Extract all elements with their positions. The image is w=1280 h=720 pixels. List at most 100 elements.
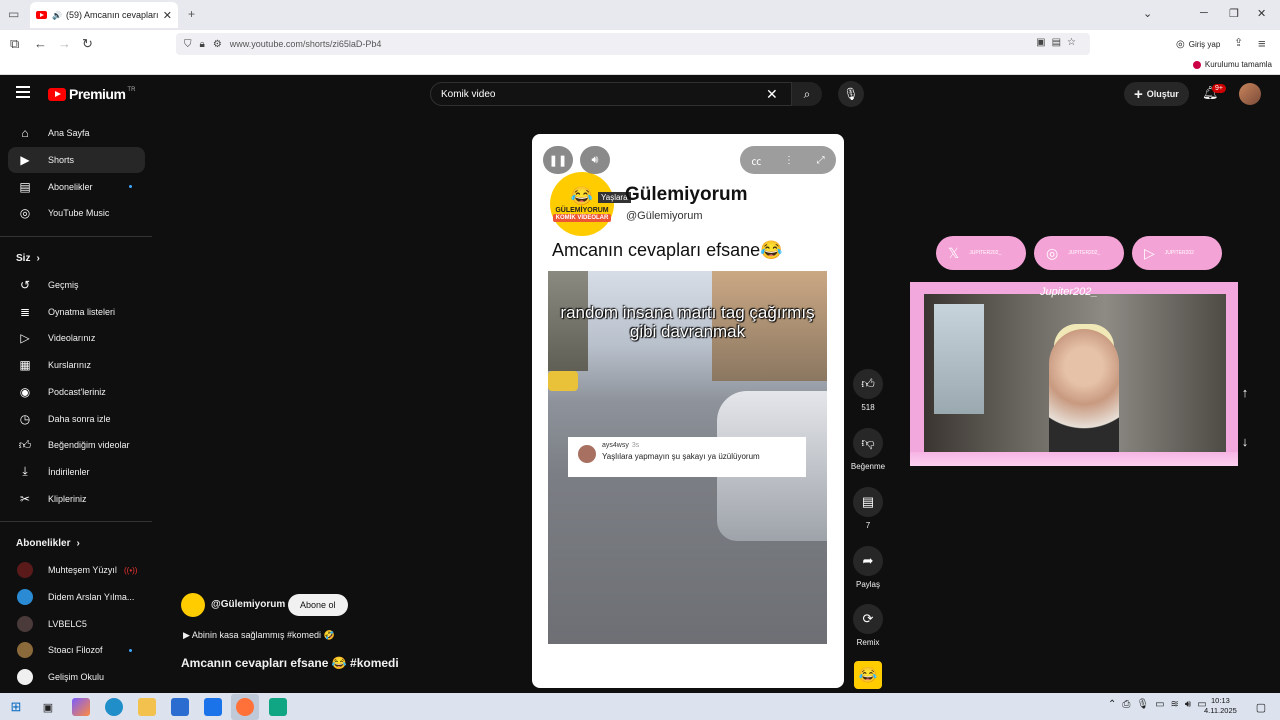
restore-icon[interactable]: ❐ <box>1229 7 1239 20</box>
next-short-button[interactable]: ↓ <box>1233 429 1257 453</box>
new-content-dot <box>129 185 132 189</box>
channel-thumbnail[interactable]: 😂 <box>854 661 882 689</box>
arrow-down-icon: ↓ <box>1241 433 1249 449</box>
sidebar-item-clips[interactable]: ✂ Klipleriniz <box>0 485 155 512</box>
lock-icon[interactable]: 🔒︎ <box>200 39 205 50</box>
sidebar-item-label: Videolarınız <box>48 333 96 344</box>
social-handle: JUPITER202_ <box>969 250 1002 256</box>
firefox-icon[interactable] <box>236 698 254 716</box>
share-button[interactable]: ➦ Paylaş <box>843 546 893 589</box>
speaker-icon[interactable]: 🔊 <box>52 11 62 20</box>
search-button[interactable]: ⌕ <box>792 82 822 106</box>
file-explorer-icon[interactable] <box>138 698 156 716</box>
sidebar-item-downloads[interactable]: ⤓ İndirilenler <box>0 459 155 486</box>
your-videos-icon: ▷ <box>20 331 30 346</box>
youtube-premium-logo[interactable]: Premium TR <box>48 86 135 102</box>
sidebar-item-label: Podcast'leriniz <box>48 386 106 397</box>
volume-button[interactable]: 🔊︎ <box>580 146 610 174</box>
channel-avatar[interactable] <box>181 593 205 617</box>
arrow-up-icon: ↑ <box>1241 384 1249 400</box>
sidebar-item-courses[interactable]: ▦ Kurslarınız <box>0 352 155 379</box>
tab-list-icon[interactable]: ⌄ <box>1143 7 1152 20</box>
sidebar-item-subscriptions[interactable]: ▤ Abonelikler <box>0 173 155 200</box>
search-input[interactable]: Komik video <box>430 82 792 106</box>
shorts-player[interactable]: random insana martı tag çağırmış gibi da… <box>532 134 844 688</box>
video-frame[interactable]: random insana martı tag çağırmış gibi da… <box>548 271 827 644</box>
menu-icon[interactable]: ≡ <box>1258 36 1266 51</box>
comment-count: 7 <box>865 521 871 530</box>
channel-logo: 😂 GÜLEMİYORUM KOMİK VİDEOLAR <box>550 172 614 236</box>
streamer <box>1049 329 1119 454</box>
video-description[interactable]: ▶ Abinin kasa sağlammış #komedi 🤣 <box>183 630 335 641</box>
app-icon[interactable] <box>269 698 287 716</box>
url-actions[interactable]: ▣▤☆ <box>1036 37 1082 48</box>
store-icon[interactable] <box>171 698 189 716</box>
url-bar[interactable]: ⛉ 🔒︎ ⚙ www.youtube.com/shorts/zi65laD-Pb… <box>176 33 1090 55</box>
remix-button[interactable]: ⟳ Remix <box>843 604 893 647</box>
sidebar-sub-item[interactable]: Stoacı Filozof <box>0 637 155 664</box>
system-tray[interactable]: ⌃⎙🎙︎▭≋🔊︎▭ <box>1108 699 1213 710</box>
pause-icon: ❚❚ <box>548 154 568 167</box>
sidebar-item-your-videos[interactable]: ▷ Videolarınız <box>0 325 155 352</box>
social-badge-x: 𝕏 JUPITER202_ <box>936 236 1026 270</box>
fullscreen-icon[interactable]: ⤢ <box>817 155 825 166</box>
sidebar-item-home[interactable]: ⌂ Ana Sayfa <box>0 120 155 147</box>
copilot-icon[interactable] <box>72 698 90 716</box>
sidebar-item-history[interactable]: ↺ Geçmiş <box>0 272 155 299</box>
video-title[interactable]: Amcanın cevapları efsane 😂 #komedi <box>181 656 399 670</box>
pause-button[interactable]: ❚❚ <box>543 146 573 174</box>
task-view-icon[interactable]: ▣ <box>39 698 57 716</box>
browser-tab[interactable]: 🔊 (59) Amcanın cevapları efsa ✕ <box>30 2 178 28</box>
sidebar-item-watch-later[interactable]: ◷ Daha sonra izle <box>0 405 155 432</box>
sidebar-section-you[interactable]: Siz › <box>0 246 155 272</box>
sidebar-toggle-icon[interactable]: ⧉ <box>10 36 19 52</box>
avatar[interactable] <box>1239 83 1261 105</box>
minimize-icon[interactable]: ─ <box>1200 7 1208 19</box>
create-button[interactable]: + Oluştur <box>1124 82 1189 106</box>
extensions-icon[interactable]: ⇪ <box>1234 36 1243 49</box>
sidebar-sub-item[interactable]: LVBELC5 <box>0 610 155 637</box>
more-icon[interactable]: ⋮ <box>784 155 794 166</box>
permissions-icon[interactable]: ⚙ <box>213 39 222 50</box>
url-text: www.youtube.com/shorts/zi65laD-Pb4 <box>229 39 382 49</box>
clock[interactable]: 10:13 4.11.2025 <box>1204 696 1237 716</box>
like-button[interactable]: 👍︎ 518 <box>843 369 893 412</box>
sidebar-sub-item[interactable]: Muhteşem Yüzyıl ((•)) <box>0 557 155 584</box>
social-handle: JUPITER202 <box>1164 250 1194 256</box>
reload-icon[interactable]: ↻ <box>82 36 93 52</box>
sidebar-item-liked[interactable]: 👍︎ Beğendiğim videolar <box>0 432 155 459</box>
close-window-icon[interactable]: ✕ <box>1257 7 1266 20</box>
live-icon: ((•)) <box>124 565 138 575</box>
notification-center-icon[interactable]: ▢ <box>1252 698 1270 716</box>
start-icon[interactable]: ⊞ <box>7 698 25 716</box>
voice-search-button[interactable]: 🎙︎ <box>838 81 864 107</box>
captions-icon[interactable]: ㏄ <box>751 153 761 168</box>
notification-badge: 9+ <box>1212 84 1226 93</box>
sidebar-section-subscriptions[interactable]: Abonelikler › <box>0 531 155 557</box>
guide-menu-icon[interactable] <box>16 86 30 101</box>
mail-icon[interactable] <box>204 698 222 716</box>
new-content-dot <box>129 648 132 652</box>
tab-overview-icon[interactable]: ▭ <box>8 7 19 21</box>
subscribe-button[interactable]: Abone ol <box>288 594 348 616</box>
close-tab-icon[interactable]: ✕ <box>163 9 172 22</box>
sidebar-item-shorts[interactable]: ▶ Shorts <box>8 146 145 174</box>
channel-name[interactable]: @Gülemiyorum <box>211 599 285 610</box>
forward-icon[interactable]: → <box>58 36 71 51</box>
sidebar-item-playlists[interactable]: ≣ Oynatma listeleri <box>0 298 155 325</box>
signin-button[interactable]: ◎ Giriş yap <box>1170 34 1226 54</box>
sidebar-sub-item[interactable]: Gelişim Okulu <box>0 664 155 691</box>
edge-icon[interactable] <box>105 698 123 716</box>
setup-note[interactable]: Kurulumu tamamla <box>1192 60 1272 69</box>
clear-search-icon[interactable]: ✕ <box>766 86 778 103</box>
sidebar-item-music[interactable]: ◎ YouTube Music <box>0 200 155 227</box>
sidebar-sub-item[interactable]: Didem Arslan Yılma... <box>0 584 155 611</box>
previous-short-button[interactable]: ↑ <box>1233 380 1257 404</box>
shield-icon[interactable]: ⛉ <box>184 39 192 50</box>
comments-button[interactable]: ▤ 7 <box>843 487 893 530</box>
new-tab-icon[interactable]: + <box>188 7 195 21</box>
dislike-button[interactable]: 👎︎ Beğenme <box>843 428 893 471</box>
remix-label: Remix <box>856 638 880 647</box>
sidebar-item-podcasts[interactable]: ◉ Podcast'leriniz <box>0 379 155 406</box>
back-icon[interactable]: ← <box>34 36 47 51</box>
